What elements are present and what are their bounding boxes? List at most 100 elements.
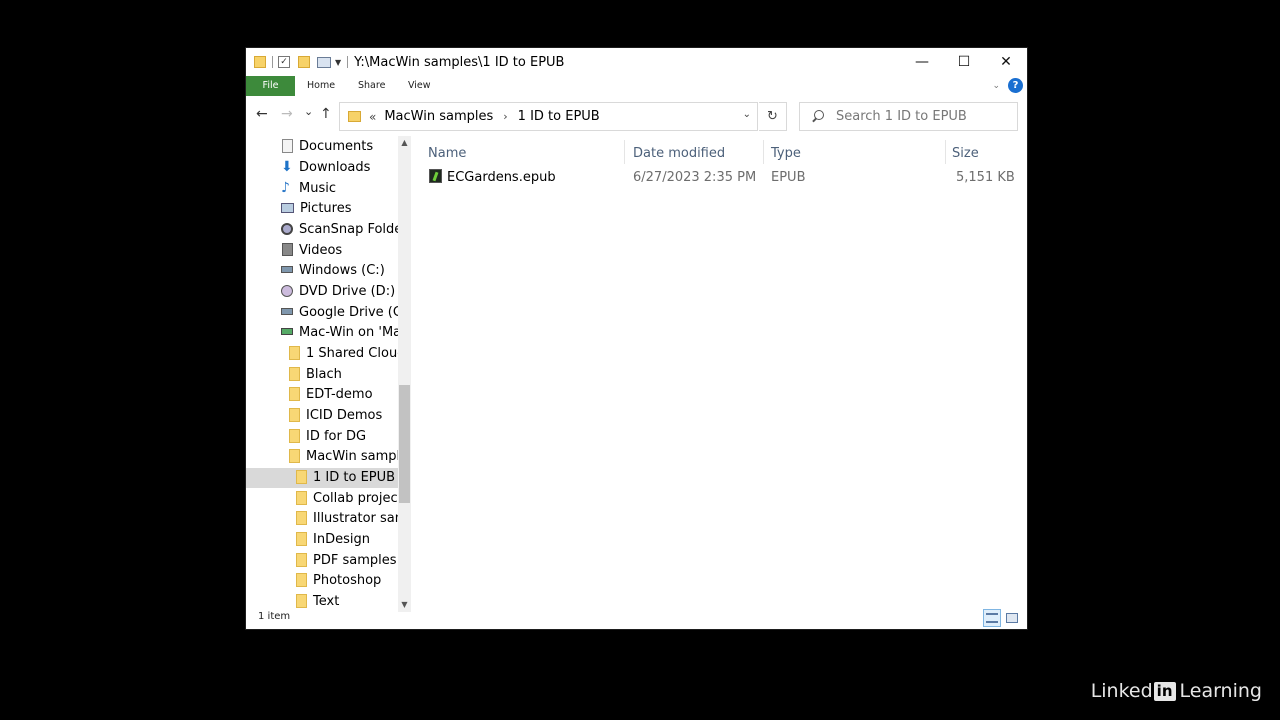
sidebar-item-dvd-drive[interactable]: DVD Drive (D:) — [246, 282, 398, 302]
folder-icon — [296, 552, 307, 567]
ribbon-tabs: File Home Share View ⌄ ? — [246, 76, 1027, 96]
tab-view[interactable]: View — [408, 76, 431, 96]
sidebar-item-folder[interactable]: 1 Shared Clouc — [246, 344, 398, 364]
folder-icon — [289, 407, 300, 422]
file-explorer-window: ✓ ▼ Y:\MacWin samples\1 ID to EPUB — ☐ ✕… — [245, 47, 1028, 630]
minimize-button[interactable]: — — [901, 48, 943, 76]
forward-button[interactable]: → — [281, 106, 293, 122]
table-row[interactable]: ECGardens.epub 6/27/2023 2:35 PM EPUB 5,… — [418, 167, 1024, 189]
toolbar-divider — [347, 56, 349, 68]
back-button[interactable]: ← — [256, 106, 268, 122]
sidebar-item-music[interactable]: ♪ Music — [246, 179, 398, 199]
folder-icon — [348, 111, 361, 122]
sidebar-item-folder[interactable]: EDT-demo — [246, 385, 398, 405]
tab-file[interactable]: File — [246, 76, 295, 96]
pictures-icon — [281, 202, 294, 213]
sidebar-item-folder[interactable]: MacWin sampl — [246, 447, 398, 467]
sidebar-item-folder[interactable]: Illustrator sam — [246, 509, 398, 529]
sidebar-item-videos[interactable]: Videos — [246, 241, 398, 261]
sidebar-item-mac-win[interactable]: Mac-Win on 'Ma — [246, 323, 398, 343]
scansnap-icon — [281, 222, 293, 235]
details-view-button[interactable] — [983, 609, 1001, 627]
view-switcher — [981, 609, 1021, 627]
size-cell: 5,151 KB — [956, 170, 1015, 185]
tab-share[interactable]: Share — [358, 76, 385, 96]
sidebar-item-selected-folder[interactable]: 1 ID to EPUB — [246, 468, 398, 488]
music-icon: ♪ — [281, 179, 290, 196]
quick-access-properties-icon[interactable] — [317, 56, 331, 68]
sidebar-item-folder[interactable]: PDF samples — [246, 551, 398, 571]
search-box[interactable]: Search 1 ID to EPUB — [799, 102, 1018, 131]
search-placeholder[interactable]: Search 1 ID to EPUB — [836, 109, 967, 124]
address-dropdown-icon[interactable]: ⌄ — [743, 109, 751, 120]
help-icon[interactable]: ? — [1008, 78, 1023, 93]
folder-icon — [296, 490, 307, 505]
sidebar-item-documents[interactable]: Documents — [246, 137, 398, 157]
window-title: Y:\MacWin samples\1 ID to EPUB — [354, 54, 565, 70]
sidebar-item-folder[interactable]: InDesign — [246, 530, 398, 550]
up-button[interactable]: ↑ — [320, 106, 332, 122]
navigation-scrollbar[interactable]: ▲ ▼ — [398, 136, 411, 612]
refresh-button[interactable]: ↻ — [759, 102, 787, 131]
column-header-name[interactable]: Name — [418, 142, 621, 166]
sidebar-item-google-drive[interactable]: Google Drive (G — [246, 303, 398, 323]
videos-icon — [282, 243, 293, 256]
large-icons-view-button[interactable] — [1003, 609, 1021, 627]
file-list: Name Date modified Type Size ECGardens.e… — [418, 136, 1024, 612]
sidebar-item-folder[interactable]: ICID Demos — [246, 406, 398, 426]
downloads-icon: ⬇ — [281, 158, 293, 175]
sidebar-item-folder[interactable]: Collab project — [246, 489, 398, 509]
folder-icon — [254, 56, 266, 68]
large-icons-view-icon — [1006, 613, 1018, 623]
tab-home[interactable]: Home — [307, 76, 335, 96]
folder-icon — [289, 448, 300, 463]
expand-ribbon-chevron-icon[interactable]: ⌄ — [992, 81, 1000, 91]
drive-icon — [281, 266, 293, 273]
overflow-chevrons-icon[interactable]: « — [369, 110, 376, 124]
file-name-cell[interactable]: ECGardens.epub — [429, 167, 556, 189]
title-bar: ✓ ▼ Y:\MacWin samples\1 ID to EPUB — ☐ ✕ — [246, 48, 1027, 76]
date-modified-cell: 6/27/2023 2:35 PM — [633, 170, 757, 185]
epub-file-icon — [429, 168, 442, 183]
dvd-drive-icon — [281, 284, 293, 297]
close-button[interactable]: ✕ — [985, 48, 1027, 76]
sidebar-item-folder[interactable]: Blach — [246, 365, 398, 385]
recent-locations-dropdown[interactable]: ⌄ — [304, 105, 313, 118]
status-bar: 1 item — [246, 607, 1027, 629]
breadcrumb-separator-icon[interactable]: › — [503, 110, 507, 123]
folder-icon — [296, 531, 307, 546]
ribbon-controls: ⌄ ? — [992, 78, 1023, 93]
new-folder-icon[interactable] — [298, 56, 310, 68]
sidebar-item-downloads[interactable]: ⬇ Downloads — [246, 158, 398, 178]
scrollbar-thumb[interactable] — [399, 385, 410, 503]
navigation-bar: ← → ⌄ ↑ « MacWin samples › 1 ID to EPUB … — [246, 100, 1027, 132]
network-drive-icon — [281, 328, 293, 335]
column-header-type[interactable]: Type — [761, 142, 941, 166]
search-icon — [810, 109, 826, 125]
folder-icon — [296, 593, 307, 608]
column-header-size[interactable]: Size — [942, 142, 1012, 166]
scroll-up-arrow-icon[interactable]: ▲ — [398, 136, 411, 150]
drive-icon — [281, 308, 293, 315]
folder-icon — [296, 469, 307, 484]
sidebar-item-scansnap-folder[interactable]: ScanSnap Folder — [246, 220, 398, 240]
properties-check-icon[interactable]: ✓ — [278, 56, 290, 68]
sidebar-item-folder[interactable]: Photoshop — [246, 571, 398, 591]
sidebar-item-windows-c[interactable]: Windows (C:) — [246, 261, 398, 281]
documents-icon — [282, 138, 293, 153]
maximize-button[interactable]: ☐ — [943, 48, 985, 76]
details-view-icon — [986, 613, 998, 623]
customize-toolbar-dropdown-icon[interactable]: ▼ — [335, 58, 341, 67]
sidebar-item-folder[interactable]: ID for DG — [246, 427, 398, 447]
sidebar-item-pictures[interactable]: Pictures — [246, 199, 398, 219]
folder-icon — [296, 510, 307, 525]
breadcrumb-macwin-samples[interactable]: MacWin samples — [384, 109, 493, 124]
folder-icon — [289, 366, 300, 381]
folder-icon — [289, 386, 300, 401]
linkedin-learning-logo: Linked in Learning — [1090, 680, 1262, 702]
folder-icon — [289, 345, 300, 360]
item-count: 1 item — [258, 611, 291, 622]
column-header-date-modified[interactable]: Date modified — [623, 142, 758, 166]
breadcrumb-current-folder[interactable]: 1 ID to EPUB — [518, 109, 600, 124]
address-bar[interactable]: « MacWin samples › 1 ID to EPUB ⌄ — [339, 102, 758, 131]
